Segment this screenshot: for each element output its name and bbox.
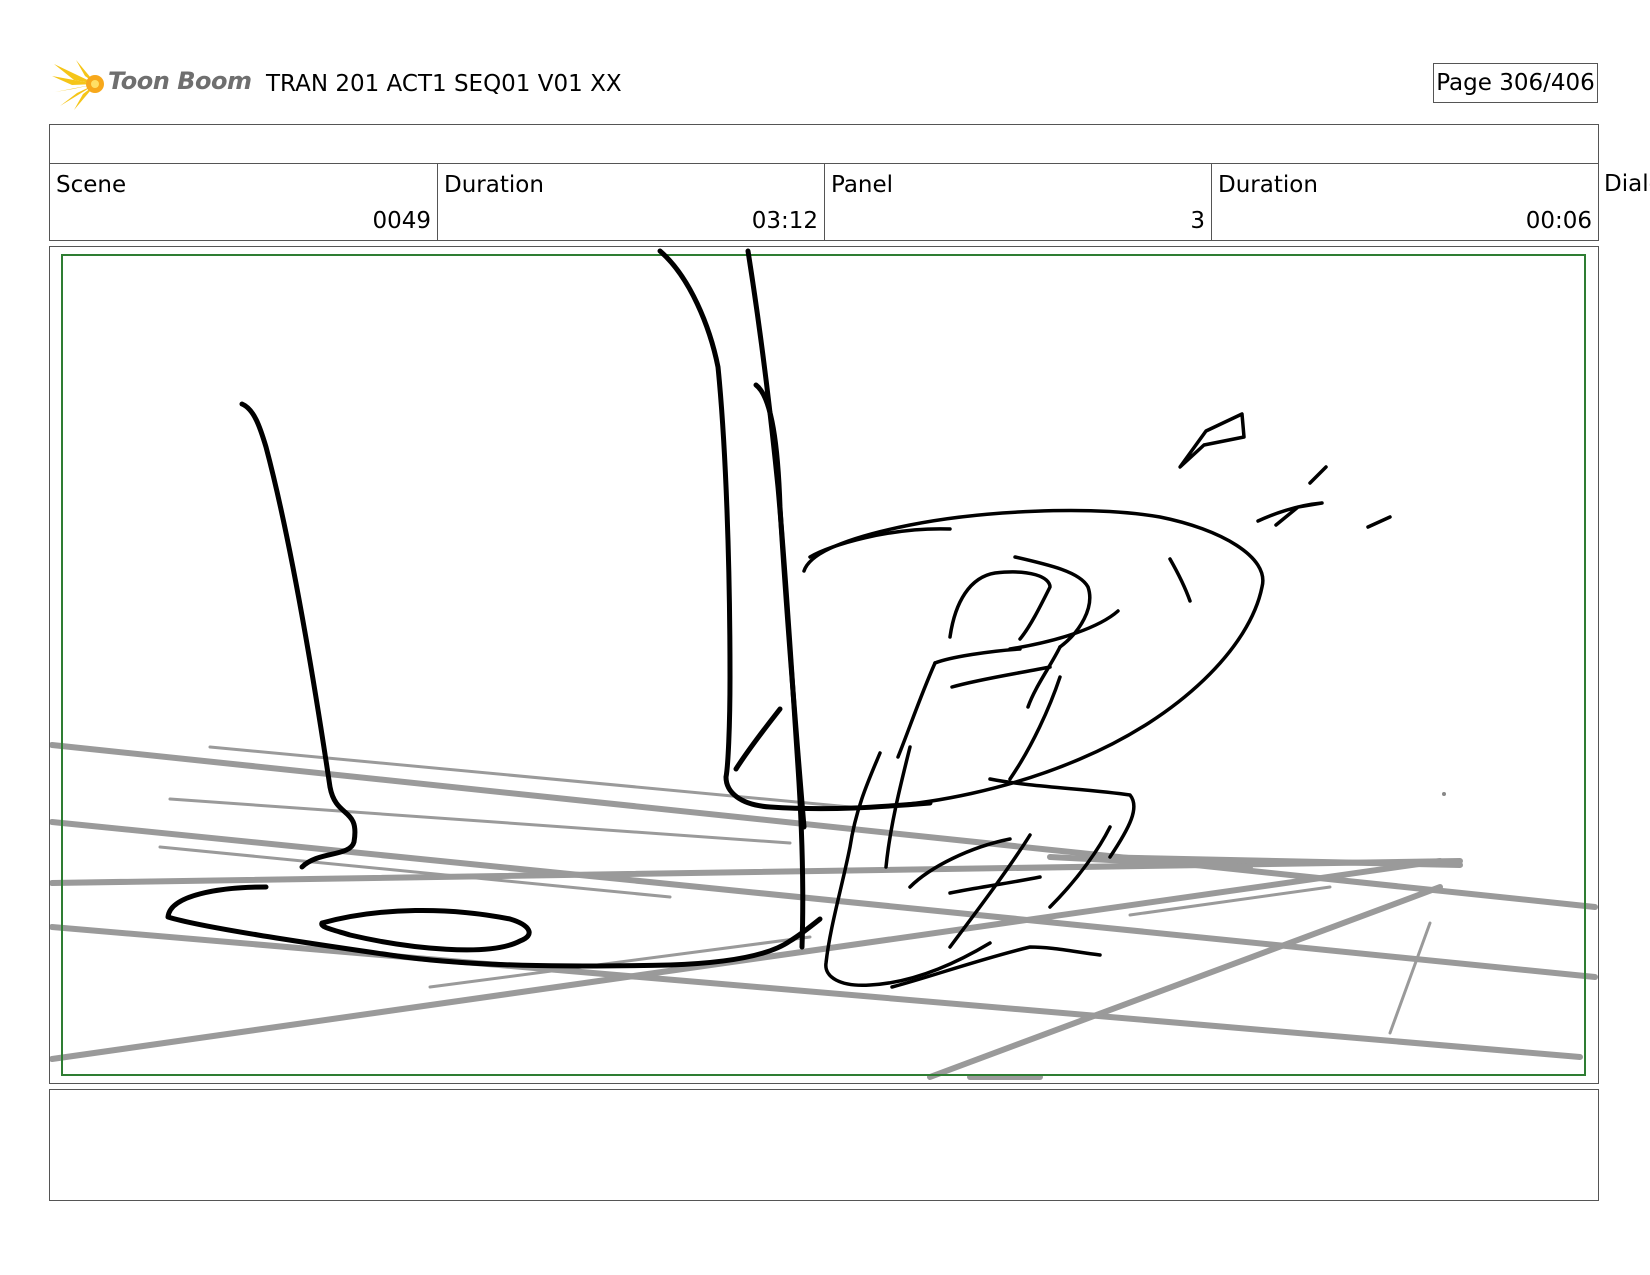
starburst-icon [52,60,104,110]
panel-cell: Panel 3 [825,164,1212,240]
panel-sketch [50,248,1598,1080]
logo-text: Toon Boom [108,67,252,95]
notes-box [49,1089,1599,1201]
scene-duration-label: Duration [444,172,544,198]
scene-label: Scene [56,172,127,198]
scene-duration-cell: Duration 03:12 [438,164,825,240]
panel-duration-label: Duration [1218,172,1318,198]
panel-duration-value: 00:06 [1525,208,1592,234]
document-title: TRAN 201 ACT1 SEQ01 V01 XX [266,71,622,97]
scene-cell: Scene 0049 [50,164,438,240]
dialogue-label: Dialo [1604,171,1650,197]
scene-info-row: Scene 0049 Duration 03:12 Panel 3 Durati… [49,163,1599,241]
panel-value: 3 [1190,208,1205,234]
page-number: Page 306/406 [1433,63,1598,103]
header-blank-row [49,124,1599,164]
toon-boom-logo: Toon Boom [52,58,252,112]
panel-label: Panel [831,172,894,198]
scene-duration-value: 03:12 [751,208,818,234]
storyboard-panel [49,246,1599,1084]
panel-duration-cell: Duration 00:06 [1212,164,1598,240]
floor-grid [50,742,1598,1080]
scene-value: 0049 [372,208,431,234]
